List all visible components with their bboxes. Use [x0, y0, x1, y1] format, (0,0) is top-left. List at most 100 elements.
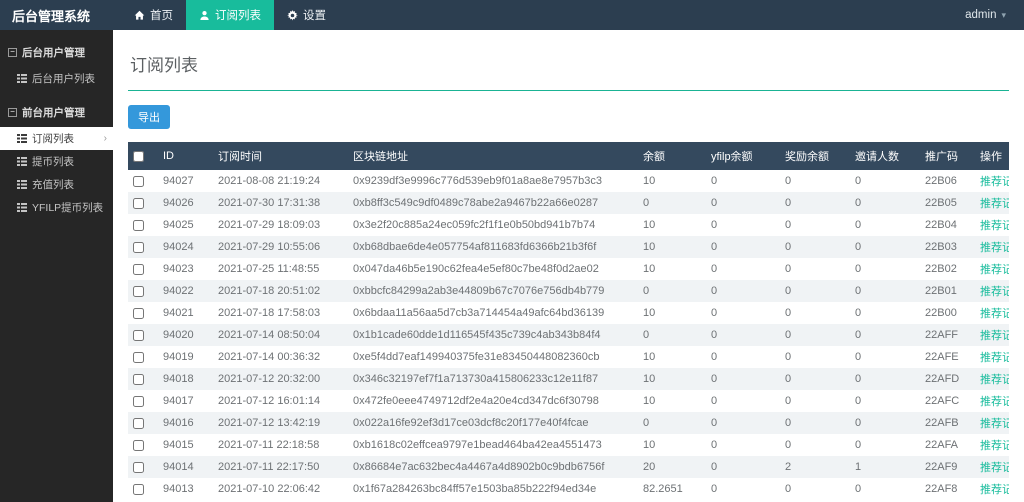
row-checkbox[interactable] [133, 308, 144, 319]
cell-id: 94027 [158, 170, 213, 192]
row-checkbox[interactable] [133, 396, 144, 407]
sidebar-item-withdraw-list[interactable]: 提币列表 › [0, 150, 113, 173]
referral-records-link[interactable]: 推荐记录 [980, 484, 1009, 496]
row-checkbox[interactable] [133, 374, 144, 385]
cell-balance: 10 [638, 368, 706, 390]
row-checkbox[interactable] [133, 286, 144, 297]
caret-down-icon: ▾ [1001, 10, 1006, 21]
cell-blockchain-address: 0x1f67a284263bc84ff57e1503ba85b222f94ed3… [348, 478, 638, 500]
referral-records-link[interactable]: 推荐记录 [980, 176, 1009, 188]
row-checkbox[interactable] [133, 198, 144, 209]
cell-promo-code: 22B00 [920, 302, 975, 324]
row-checkbox[interactable] [133, 440, 144, 451]
row-checkbox[interactable] [133, 484, 144, 495]
cell-yfilp-balance: 0 [706, 390, 780, 412]
page-title: 订阅列表 [128, 46, 1009, 91]
referral-records-link[interactable]: 推荐记录 [980, 418, 1009, 430]
sidebar-section-frontend-user-mgmt: − 前台用户管理 订阅列表 › 提币列表 › 充值列表 › YFILP提币列表 … [0, 100, 113, 219]
cell-yfilp-balance: 0 [706, 302, 780, 324]
cell-actions: 推荐记录 [975, 478, 1009, 500]
row-checkbox[interactable] [133, 176, 144, 187]
referral-records-link[interactable]: 推荐记录 [980, 220, 1009, 232]
cell-reward-balance: 0 [780, 390, 850, 412]
table-row: 94016 2021-07-12 13:42:19 0x022a16fe92ef… [128, 412, 1009, 434]
row-checkbox[interactable] [133, 418, 144, 429]
sidebar-item-yfilp-withdraw-list[interactable]: YFILP提币列表 › [0, 196, 113, 219]
table-body: 94027 2021-08-08 21:19:24 0x9239df3e9996… [128, 170, 1009, 500]
row-checkbox[interactable] [133, 330, 144, 341]
cell-yfilp-balance: 0 [706, 236, 780, 258]
table-row: 94014 2021-07-11 22:17:50 0x86684e7ac632… [128, 456, 1009, 478]
cell-balance: 10 [638, 236, 706, 258]
row-checkbox[interactable] [133, 220, 144, 231]
select-all-checkbox[interactable] [133, 151, 144, 162]
export-button[interactable]: 导出 [128, 105, 170, 129]
cell-id: 94022 [158, 280, 213, 302]
cell-actions: 推荐记录 [975, 258, 1009, 280]
cell-promo-code: 22B04 [920, 214, 975, 236]
sidebar-section-header[interactable]: − 后台用户管理 [0, 40, 113, 65]
sidebar-item-recharge-list[interactable]: 充值列表 › [0, 173, 113, 196]
cell-promo-code: 22AFF [920, 324, 975, 346]
cell-id: 94024 [158, 236, 213, 258]
referral-records-link[interactable]: 推荐记录 [980, 308, 1009, 320]
cell-promo-code: 22AF9 [920, 456, 975, 478]
cell-invite-count: 0 [850, 390, 920, 412]
sidebar-section-header[interactable]: − 前台用户管理 [0, 100, 113, 125]
navbar-item-home[interactable]: 首页 [121, 0, 186, 30]
cell-actions: 推荐记录 [975, 346, 1009, 368]
row-checkbox-cell [128, 214, 158, 236]
cell-actions: 推荐记录 [975, 214, 1009, 236]
cell-yfilp-balance: 0 [706, 192, 780, 214]
cell-promo-code: 22AFB [920, 412, 975, 434]
cell-subscribe-time: 2021-07-12 13:42:19 [213, 412, 348, 434]
cell-invite-count: 0 [850, 324, 920, 346]
row-checkbox[interactable] [133, 242, 144, 253]
row-checkbox-cell [128, 324, 158, 346]
navbar-item-settings[interactable]: 设置 [274, 0, 339, 30]
row-checkbox-cell [128, 456, 158, 478]
referral-records-link[interactable]: 推荐记录 [980, 462, 1009, 474]
cell-blockchain-address: 0x3e2f20c885a24ec059fc2f1f1e0b50bd941b7b… [348, 214, 638, 236]
col-balance: 余额 [638, 142, 706, 170]
sidebar-item-admin-user-list[interactable]: 后台用户列表 › [0, 67, 113, 90]
referral-records-link[interactable]: 推荐记录 [980, 286, 1009, 298]
referral-records-link[interactable]: 推荐记录 [980, 198, 1009, 210]
cell-id: 94016 [158, 412, 213, 434]
navbar-menu: 首页 订阅列表 设置 [121, 0, 339, 30]
cell-id: 94018 [158, 368, 213, 390]
row-checkbox-cell [128, 412, 158, 434]
row-checkbox-cell [128, 368, 158, 390]
cell-promo-code: 22AFE [920, 346, 975, 368]
cell-id: 94023 [158, 258, 213, 280]
cell-promo-code: 22B05 [920, 192, 975, 214]
row-checkbox-cell [128, 236, 158, 258]
referral-records-link[interactable]: 推荐记录 [980, 242, 1009, 254]
referral-records-link[interactable]: 推荐记录 [980, 352, 1009, 364]
cell-yfilp-balance: 0 [706, 456, 780, 478]
cell-reward-balance: 0 [780, 368, 850, 390]
cell-yfilp-balance: 0 [706, 368, 780, 390]
cell-invite-count: 0 [850, 368, 920, 390]
sidebar-item-subscription-list[interactable]: 订阅列表 › [0, 127, 113, 150]
cell-actions: 推荐记录 [975, 434, 1009, 456]
referral-records-link[interactable]: 推荐记录 [980, 330, 1009, 342]
app-brand[interactable]: 后台管理系统 [0, 0, 113, 30]
cell-yfilp-balance: 0 [706, 412, 780, 434]
referral-records-link[interactable]: 推荐记录 [980, 374, 1009, 386]
cell-subscribe-time: 2021-07-11 22:18:58 [213, 434, 348, 456]
row-checkbox[interactable] [133, 462, 144, 473]
list-icon [17, 180, 27, 189]
referral-records-link[interactable]: 推荐记录 [980, 396, 1009, 408]
referral-records-link[interactable]: 推荐记录 [980, 440, 1009, 452]
row-checkbox[interactable] [133, 264, 144, 275]
row-checkbox[interactable] [133, 352, 144, 363]
cell-actions: 推荐记录 [975, 456, 1009, 478]
navbar-item-subscriptions[interactable]: 订阅列表 [186, 0, 274, 30]
referral-records-link[interactable]: 推荐记录 [980, 264, 1009, 276]
user-menu[interactable]: admin ▾ [947, 0, 1024, 30]
table-row: 94013 2021-07-10 22:06:42 0x1f67a284263b… [128, 478, 1009, 500]
cell-invite-count: 0 [850, 280, 920, 302]
cell-promo-code: 22B01 [920, 280, 975, 302]
cell-blockchain-address: 0x6bdaa11a56aa5d7cb3a714454a49afc64bd361… [348, 302, 638, 324]
